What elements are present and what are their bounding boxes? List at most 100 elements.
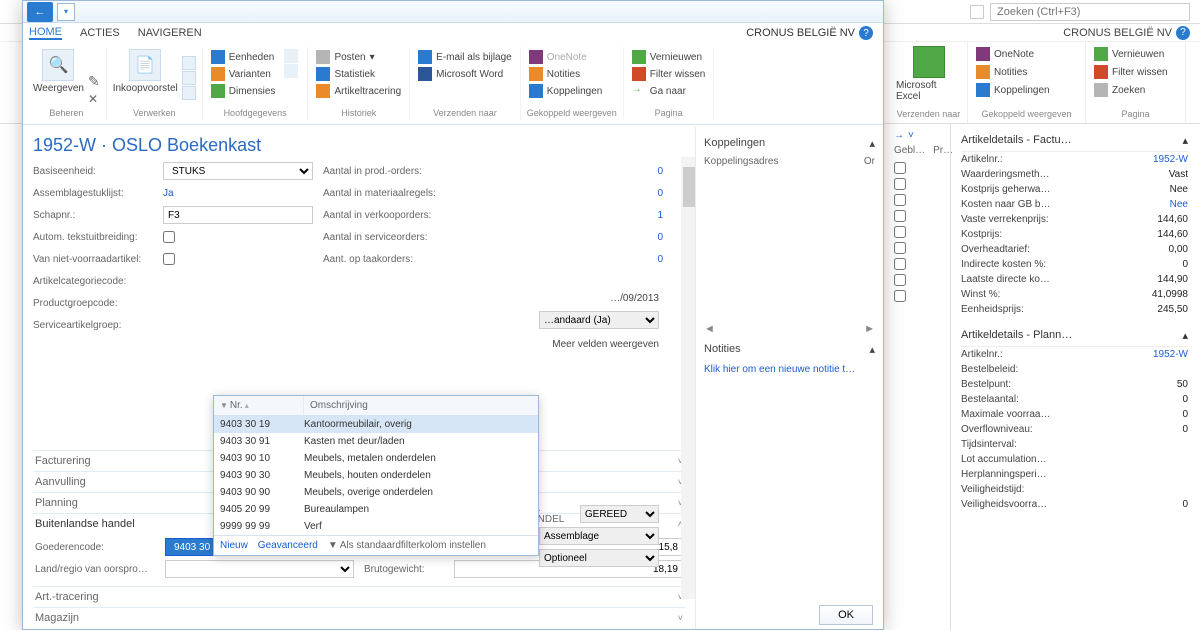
action-icon[interactable] <box>284 64 298 78</box>
collapse-icon[interactable]: ▴ <box>1182 134 1188 147</box>
edit-icon[interactable]: ✎ <box>88 73 100 90</box>
basiseenheid-select[interactable]: STUKS <box>163 162 313 180</box>
chevron-down-icon[interactable]: ˅ <box>908 130 914 141</box>
factbox-header-facturering[interactable]: Artikeldetails - Factu…▴ <box>961 130 1188 152</box>
collapse-icon[interactable]: ▴ <box>869 343 875 356</box>
nav-arrow-icon[interactable]: → <box>894 130 904 141</box>
lookup-row[interactable]: 9403 90 10Meubels, metalen onderdelen <box>214 450 538 467</box>
group-label-historiek: Historiek <box>314 106 403 118</box>
row-checkbox[interactable] <box>894 258 906 270</box>
lookup-col-desc[interactable]: Omschrijving <box>304 396 538 415</box>
factbox-key: Veiligheidsvoorra… <box>961 499 1047 510</box>
bruto-label: Brutogewicht: <box>364 564 454 575</box>
lookup-row[interactable]: 9403 30 19Kantoormeubilair, overig <box>214 416 538 433</box>
tracering-button[interactable]: Artikeltracering <box>314 83 403 99</box>
notities-button[interactable]: Notities <box>974 64 1079 80</box>
land-select[interactable] <box>165 560 354 578</box>
collapse-icon[interactable]: ▴ <box>1182 329 1188 342</box>
lookup-row[interactable]: 9403 30 91Kasten met deur/laden <box>214 433 538 450</box>
standaard-select[interactable]: …andaard (Ja) <box>539 311 659 329</box>
lookup-row[interactable]: 9403 90 90Meubels, overige onderdelen <box>214 484 538 501</box>
varianten-button[interactable]: Varianten <box>209 66 278 82</box>
row-checkbox[interactable] <box>894 178 906 190</box>
new-note-link[interactable]: Klik hier om een nieuwe notitie t… <box>704 360 875 379</box>
row-checkbox[interactable] <box>894 162 906 174</box>
row-checkbox[interactable] <box>894 226 906 238</box>
posten-button[interactable]: Posten ▾ <box>314 49 403 65</box>
filter-wissen-button[interactable]: Filter wissen <box>630 66 708 82</box>
lookup-row[interactable]: 9405 20 99Bureaulampen <box>214 501 538 518</box>
lookup-new-link[interactable]: Nieuw <box>220 540 248 551</box>
ganaar-button[interactable]: →Ga naar <box>630 83 708 99</box>
scrollbar-thumb[interactable] <box>683 167 695 207</box>
word-button[interactable]: Microsoft Word <box>416 66 514 82</box>
lookup-filter-action[interactable]: ▼Als standaardfilterkolom instellen <box>328 540 486 551</box>
filter-icon[interactable]: ▼ <box>220 401 228 410</box>
action-icon[interactable] <box>182 71 196 85</box>
notities-header[interactable]: Notities▴ <box>704 339 875 360</box>
horizontal-scroll[interactable]: ◄► <box>704 319 875 339</box>
row-checkbox[interactable] <box>894 242 906 254</box>
global-search-input[interactable] <box>990 3 1190 21</box>
help-icon[interactable]: ? <box>859 26 873 40</box>
lookup-advanced-link[interactable]: Geavanceerd <box>258 540 318 551</box>
row-checkbox[interactable] <box>894 274 906 286</box>
tab-home[interactable]: HOME <box>29 26 62 40</box>
onenote-button[interactable]: OneNote <box>527 49 605 65</box>
expand-icon[interactable] <box>970 5 984 19</box>
factbox-value[interactable]: 1952-W <box>1153 349 1188 360</box>
factbox-header-planning[interactable]: Artikeldetails - Plann…▴ <box>961 325 1188 347</box>
action-icon[interactable] <box>182 86 196 100</box>
action-icon[interactable] <box>182 56 196 70</box>
handel-select[interactable]: GEREED <box>580 505 659 523</box>
collapse-icon[interactable]: ▴ <box>869 137 875 150</box>
form-row: Aantal in prod.-orders:0 <box>323 162 685 180</box>
factbox-key: Tijdsinterval: <box>961 439 1017 450</box>
excel-button[interactable]: Microsoft Excel <box>896 46 961 102</box>
vernieuwen-button[interactable]: Vernieuwen <box>1092 46 1179 62</box>
tab-navigeren[interactable]: NAVIGEREN <box>138 27 202 39</box>
schap-input[interactable] <box>163 206 313 224</box>
factbox-row: Bestelbeleid: <box>961 362 1188 377</box>
inkoopvoorstel-button[interactable]: 📄Inkoopvoorstel <box>113 49 178 106</box>
row-checkbox[interactable] <box>894 290 906 302</box>
assemblage-link[interactable]: Ja <box>163 188 174 199</box>
meer-velden-link[interactable]: Meer velden weergeven <box>531 333 659 350</box>
autom-checkbox[interactable] <box>163 231 175 243</box>
row-checkbox[interactable] <box>894 194 906 206</box>
fasttab-tracering[interactable]: Art.-tracering˅ <box>33 586 685 607</box>
statistiek-button[interactable]: Statistiek <box>314 66 403 82</box>
help-icon[interactable]: ? <box>1176 26 1190 40</box>
koppelingen-header[interactable]: Koppelingen▴ <box>704 133 875 154</box>
vernieuwen-button[interactable]: Vernieuwen <box>630 49 708 65</box>
action-icon[interactable] <box>284 49 298 63</box>
factbox-value[interactable]: Nee <box>1170 199 1188 210</box>
onenote-button[interactable]: OneNote <box>974 46 1079 62</box>
nav-dropdown[interactable]: ▾ <box>57 3 75 21</box>
ok-button[interactable]: OK <box>819 605 873 625</box>
lookup-row[interactable]: 9403 90 30Meubels, houten onderdelen <box>214 467 538 484</box>
factbox-row: Bestelpunt:50 <box>961 377 1188 392</box>
lookup-row[interactable]: 9999 99 99Verf <box>214 518 538 535</box>
notities-button[interactable]: Notities <box>527 66 605 82</box>
lookup-col-code[interactable]: Nr. <box>230 400 243 411</box>
optioneel-select[interactable]: Optioneel <box>539 549 659 567</box>
filter-wissen-button[interactable]: Filter wissen <box>1092 64 1179 80</box>
zoeken-button[interactable]: Zoeken <box>1092 82 1179 98</box>
row-checkbox[interactable] <box>894 210 906 222</box>
delete-icon[interactable]: ✕ <box>88 92 100 106</box>
fasttab-magazijn[interactable]: Magazijn˅ <box>33 607 685 628</box>
dimensies-button[interactable]: Dimensies <box>209 83 278 99</box>
factbox-value: 245,50 <box>1157 304 1188 315</box>
koppelingen-button[interactable]: Koppelingen <box>527 83 605 99</box>
email-button[interactable]: E-mail als bijlage <box>416 49 514 65</box>
vertical-scrollbar[interactable] <box>681 157 695 599</box>
eenheden-button[interactable]: Eenheden <box>209 49 278 65</box>
weergeven-button[interactable]: 🔍Weergeven <box>33 49 84 106</box>
assemblage-select[interactable]: Assemblage <box>539 527 659 545</box>
koppelingen-button[interactable]: Koppelingen <box>974 82 1079 98</box>
nav-back-button[interactable]: ← <box>27 2 53 22</box>
tab-acties[interactable]: ACTIES <box>80 27 120 39</box>
factbox-value[interactable]: 1952-W <box>1153 154 1188 165</box>
voorraad-checkbox[interactable] <box>163 253 175 265</box>
